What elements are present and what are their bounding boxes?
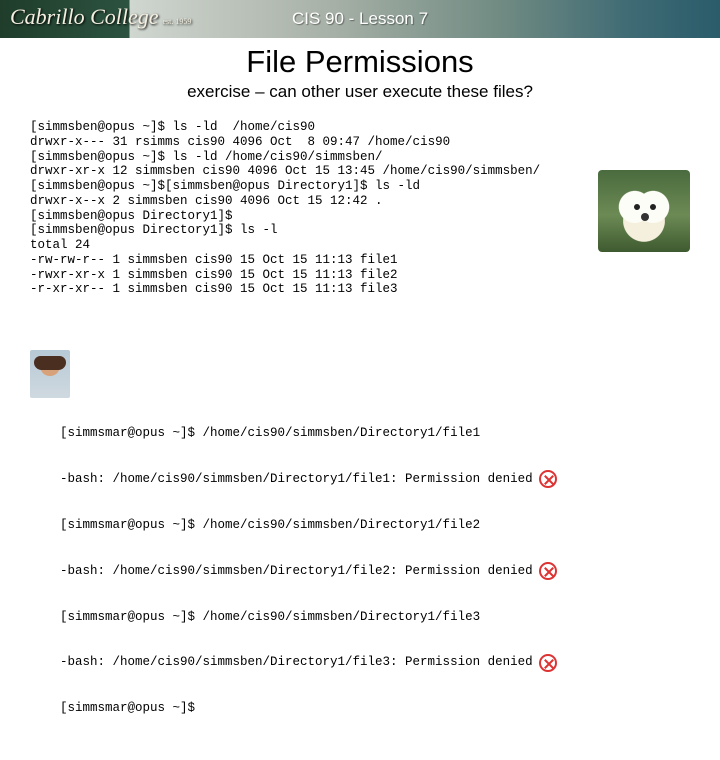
header-banner: Cabrillo College est. 1959 CIS 90 - Less… [0, 0, 720, 38]
logo-est: est. 1959 [163, 17, 192, 26]
term-line: -bash: /home/cis90/simmsben/Directory1/f… [60, 564, 533, 579]
term-line: [simmsmar@opus ~]$ /home/cis90/simmsben/… [60, 610, 480, 625]
logo-text: Cabrillo College [10, 4, 159, 30]
term-line: -bash: /home/cis90/simmsben/Directory1/f… [60, 655, 533, 670]
term-line: [simmsmar@opus ~]$ /home/cis90/simmsben/… [60, 518, 480, 533]
slide-headline: File Permissions [0, 44, 720, 80]
term-line: [simmsmar@opus ~]$ /home/cis90/simmsben/… [60, 426, 480, 441]
terminal-output-other: [simmsmar@opus ~]$ /home/cis90/simmsben/… [30, 367, 720, 760]
dog-photo [598, 170, 690, 252]
term-line: [simmsmar@opus ~]$ [60, 701, 195, 716]
term-line: -bash: /home/cis90/simmsben/Directory1/f… [60, 472, 533, 487]
denied-icon [539, 470, 557, 488]
denied-icon [539, 654, 557, 672]
user-avatar [30, 350, 70, 398]
college-logo: Cabrillo College est. 1959 [10, 4, 210, 34]
denied-icon [539, 562, 557, 580]
slide-subhead: exercise – can other user execute these … [0, 82, 720, 102]
